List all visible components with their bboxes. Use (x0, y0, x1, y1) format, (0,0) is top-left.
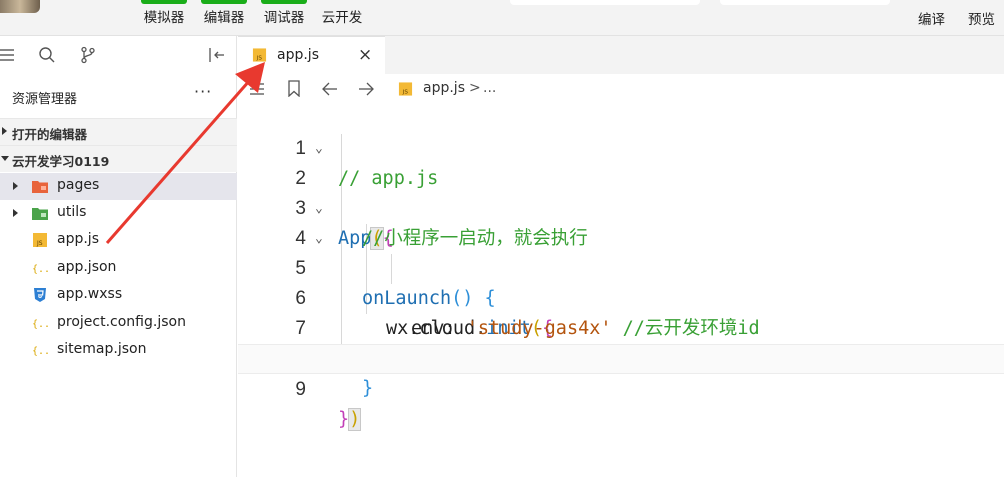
open-editors-section[interactable]: 打开的编辑器 (0, 118, 237, 145)
compile-button[interactable]: 编译 (918, 8, 945, 28)
tree-item-label: app.wxss (57, 286, 123, 302)
cloud-dev-button[interactable]: 云开发 (316, 0, 368, 36)
tree-folder-pages[interactable]: pages (0, 173, 237, 200)
code-line: 2 ⌄ App({ (238, 134, 1004, 250)
tab-label: app.js (277, 47, 319, 63)
chevron-down-icon[interactable]: ⌄ (315, 194, 323, 224)
code-editor: JS app.js × JS app.js > ... 1 // app.js … (238, 36, 1004, 477)
chevron-down-icon[interactable]: ⌄ (315, 224, 323, 254)
code-line: 1 // app.js (238, 104, 1004, 189)
tree-file-project-config-json[interactable]: {..} project.config.json (0, 310, 237, 337)
arrow-right-icon[interactable] (358, 82, 374, 96)
close-tab-button[interactable]: × (358, 45, 372, 65)
toolbar-field (510, 0, 700, 5)
code-brace: } (362, 378, 374, 399)
code-line: 4 ⌄ onLaunch() { (238, 194, 1004, 309)
chevron-right-icon (13, 209, 18, 217)
line-number: 9 (295, 379, 306, 400)
arrow-left-icon[interactable] (322, 82, 338, 96)
js-file-icon: JS (398, 82, 413, 96)
debugger-button[interactable]: 调试器 (258, 0, 310, 36)
explorer-title: 资源管理器 (12, 92, 78, 107)
project-section[interactable]: 云开发学习0119 (0, 145, 237, 172)
chevron-right-icon (13, 182, 18, 190)
tree-item-label: project.config.json (57, 314, 186, 330)
folder-icon (32, 208, 48, 220)
json-file-icon: {..} (32, 264, 48, 275)
simulator-label: 模拟器 (143, 10, 185, 26)
cloud-dev-label: 云开发 (321, 10, 363, 26)
code-brace: } (338, 409, 350, 430)
code-line: 6 env: 'study-gas4x' //云开发环境id (238, 254, 1004, 339)
css-file-icon (34, 288, 46, 302)
svg-text:JS: JS (36, 240, 43, 247)
code-line: 7 }) (238, 284, 1004, 369)
svg-text:{..}: {..} (32, 346, 48, 357)
tree-item-label: app.js (57, 231, 99, 247)
svg-text:JS: JS (256, 56, 263, 62)
explorer-sidebar: 资源管理器 ··· 打开的编辑器 云开发学习0119 pages utils J… (0, 36, 237, 477)
code-paren: ) (348, 408, 362, 431)
code-line: 8 } (238, 314, 1004, 399)
preview-button[interactable]: 预览 (968, 8, 995, 28)
breadcrumb: JS app.js > ... (238, 74, 1004, 104)
code-line-current: 9 }) (238, 344, 1004, 431)
chevron-down-icon[interactable]: ⌄ (315, 134, 323, 164)
folder-icon (32, 181, 48, 193)
project-label: 云开发学习0119 (12, 154, 110, 169)
chevron-down-icon (1, 156, 9, 161)
svg-text:JS: JS (402, 90, 409, 96)
tab-app-js[interactable]: JS app.js × (238, 36, 385, 74)
collapse-panel-icon[interactable] (208, 46, 226, 64)
js-file-icon: JS (33, 233, 47, 247)
tree-file-app-js[interactable]: JS app.js (0, 227, 237, 254)
tree-item-label: utils (57, 204, 87, 220)
tree-folder-utils[interactable]: utils (0, 200, 237, 227)
json-file-icon: {..} (32, 346, 48, 357)
breadcrumb-more[interactable]: ... (483, 80, 496, 96)
json-file-icon: {..} (32, 319, 48, 330)
top-toolbar: 模拟器 编辑器 调试器 云开发 编译 预览 (0, 0, 1004, 36)
tree-item-label: sitemap.json (57, 341, 147, 357)
bookmark-icon[interactable] (287, 80, 301, 97)
more-actions-button[interactable]: ··· (194, 82, 212, 101)
tree-file-sitemap-json[interactable]: {..} sitemap.json (0, 337, 237, 364)
tree-file-app-json[interactable]: {..} app.json (0, 255, 237, 282)
source-control-icon[interactable] (79, 46, 97, 64)
open-editors-label: 打开的编辑器 (12, 127, 88, 142)
svg-text:{..}: {..} (32, 319, 48, 330)
editor-label: 编辑器 (203, 10, 245, 26)
editor-tab-bar: JS app.js × (238, 36, 1004, 74)
breadcrumb-file[interactable]: app.js (423, 80, 465, 96)
code-line: 3 //小程序一启动，就会执行 (238, 164, 1004, 249)
list-icon[interactable] (0, 46, 18, 64)
list-icon[interactable] (250, 82, 266, 96)
tree-item-label: pages (57, 177, 100, 193)
sidebar-icon-bar (0, 36, 237, 74)
code-line: 5 ⌄ wx.cloud.init({ (238, 224, 1004, 339)
breadcrumb-separator: > (469, 80, 481, 96)
search-icon[interactable] (38, 46, 56, 64)
tree-file-app-wxss[interactable]: app.wxss (0, 282, 237, 309)
js-file-icon: JS (252, 48, 267, 62)
editor-button[interactable]: 编辑器 (198, 0, 250, 36)
debugger-label: 调试器 (263, 10, 305, 26)
svg-text:{..}: {..} (32, 264, 48, 275)
tree-item-label: app.json (57, 259, 117, 275)
avatar[interactable] (0, 0, 40, 13)
chevron-right-icon (2, 127, 7, 135)
toolbar-field (720, 0, 890, 5)
simulator-button[interactable]: 模拟器 (138, 0, 190, 36)
